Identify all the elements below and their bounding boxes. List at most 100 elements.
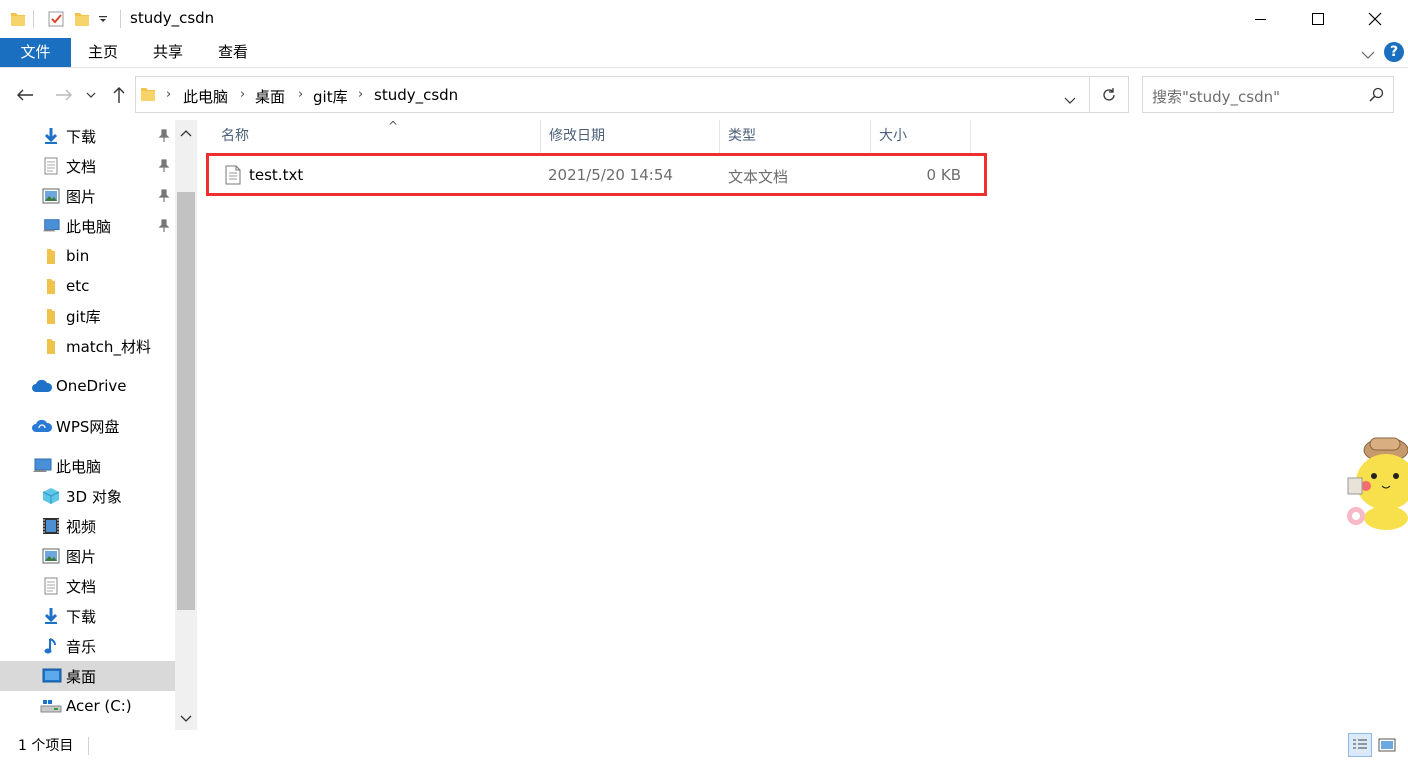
- nav-item-3d-objects[interactable]: 3D 对象: [0, 481, 176, 511]
- nav-item-bin[interactable]: bin: [0, 241, 176, 271]
- nav-label: 下载: [66, 607, 97, 626]
- column-header-name[interactable]: 名称 ^: [213, 119, 541, 153]
- expand-ribbon-icon[interactable]: [1361, 46, 1375, 64]
- properties-icon[interactable]: [47, 9, 65, 29]
- column-label: 大小: [879, 128, 907, 144]
- nav-label: 图片: [66, 547, 97, 566]
- close-button[interactable]: [1348, 0, 1402, 38]
- customize-dropdown-icon[interactable]: [98, 9, 108, 29]
- folder-icon: [42, 307, 60, 325]
- pikachu-sticker: [1340, 420, 1408, 532]
- nav-item-documents[interactable]: 文档: [0, 571, 176, 601]
- recent-locations-button[interactable]: [81, 82, 101, 108]
- pin-icon[interactable]: [158, 129, 170, 143]
- pin-icon[interactable]: [158, 219, 170, 233]
- forward-button[interactable]: [51, 82, 77, 108]
- nav-item-documents-pinned[interactable]: 文档: [0, 151, 176, 181]
- refresh-button[interactable]: [1090, 76, 1129, 113]
- up-button[interactable]: [106, 82, 132, 108]
- breadcrumb-study-csdn[interactable]: study_csdn: [374, 86, 458, 104]
- nav-item-downloads[interactable]: 下载: [0, 601, 176, 631]
- nav-item-drive-c[interactable]: Acer (C:): [0, 691, 176, 721]
- computer-icon: [42, 217, 60, 235]
- download-icon: [42, 127, 60, 145]
- computer-icon: [32, 457, 52, 475]
- nav-label: 视频: [66, 517, 97, 536]
- nav-item-pictures-pinned[interactable]: 图片: [0, 181, 176, 211]
- nav-item-pictures[interactable]: 图片: [0, 541, 176, 571]
- nav-item-this-pc-pinned[interactable]: 此电脑: [0, 211, 176, 241]
- highlight-box: [206, 153, 987, 196]
- nav-label: 此电脑: [66, 217, 112, 236]
- nav-item-git[interactable]: git库: [0, 301, 176, 331]
- column-header-size[interactable]: 大小: [871, 120, 971, 153]
- nav-item-onedrive[interactable]: OneDrive: [0, 371, 176, 401]
- nav-item-downloads-pinned[interactable]: 下载: [0, 121, 176, 151]
- new-folder-icon[interactable]: [74, 9, 90, 29]
- nav-item-desktop[interactable]: 桌面: [0, 661, 176, 691]
- scroll-down-icon[interactable]: [179, 712, 193, 726]
- nav-scrollbar[interactable]: [175, 120, 197, 730]
- chevron-right-icon: ›: [358, 87, 364, 102]
- tab-home[interactable]: 主页: [80, 38, 126, 67]
- nav-label: 图片: [66, 187, 97, 206]
- minimize-button[interactable]: [1234, 0, 1288, 38]
- nav-label: match_材料: [66, 337, 151, 356]
- nav-item-music[interactable]: 音乐: [0, 631, 176, 661]
- breadcrumb-desktop[interactable]: 桌面: [255, 86, 285, 107]
- picture-icon: [42, 547, 60, 565]
- search-icon[interactable]: [1369, 87, 1384, 106]
- tab-file[interactable]: 文件: [0, 38, 71, 67]
- back-button[interactable]: [12, 82, 38, 108]
- nav-label: 此电脑: [56, 457, 102, 476]
- onedrive-icon: [31, 377, 53, 395]
- help-icon[interactable]: ?: [1384, 42, 1404, 62]
- divider: [120, 10, 121, 28]
- column-label: 名称: [221, 128, 249, 144]
- search-input[interactable]: 搜索"study_csdn": [1142, 76, 1394, 113]
- folder-icon: [42, 337, 60, 355]
- tab-view[interactable]: 查看: [210, 38, 256, 67]
- nav-item-etc[interactable]: etc: [0, 271, 176, 301]
- scroll-up-icon[interactable]: [179, 126, 193, 140]
- ribbon: 文件 主页 共享 查看 ?: [0, 38, 1408, 68]
- nav-item-this-pc[interactable]: 此电脑: [0, 451, 176, 481]
- nav-label: WPS网盘: [56, 417, 120, 436]
- nav-label: 下载: [66, 127, 97, 146]
- column-header-modified[interactable]: 修改日期: [541, 120, 720, 153]
- nav-label: 桌面: [66, 667, 97, 686]
- nav-item-videos[interactable]: 视频: [0, 511, 176, 541]
- address-bar[interactable]: › 此电脑 › 桌面 › git库 › study_csdn: [135, 76, 1090, 113]
- column-header-type[interactable]: 类型: [720, 120, 871, 153]
- pin-icon[interactable]: [158, 189, 170, 203]
- title-bar: study_csdn: [0, 0, 1408, 38]
- divider: [33, 10, 34, 28]
- address-dropdown-icon[interactable]: [1064, 91, 1076, 109]
- music-icon: [42, 637, 60, 655]
- chevron-right-icon: ›: [298, 87, 304, 102]
- navigation-pane: 下载 文档 图片 此电脑 bin etc git库 match_材料 OneDr…: [0, 120, 197, 730]
- document-icon: [42, 157, 60, 175]
- 3d-objects-icon: [42, 487, 60, 505]
- nav-item-wps-cloud[interactable]: WPS网盘: [0, 411, 176, 441]
- folder-icon: [42, 247, 60, 265]
- video-icon: [42, 517, 60, 535]
- maximize-button[interactable]: [1291, 0, 1345, 38]
- breadcrumb-git[interactable]: git库: [313, 86, 348, 107]
- large-icons-view-button[interactable]: [1375, 733, 1399, 757]
- breadcrumb-this-pc[interactable]: 此电脑: [183, 86, 228, 107]
- details-view-button[interactable]: [1348, 733, 1372, 757]
- column-label: 类型: [728, 128, 756, 144]
- pin-icon[interactable]: [158, 159, 170, 173]
- column-label: 修改日期: [549, 128, 605, 144]
- folder-icon: [42, 277, 60, 295]
- nav-item-match[interactable]: match_材料: [0, 331, 176, 361]
- tab-share[interactable]: 共享: [145, 38, 191, 67]
- window-title: study_csdn: [130, 9, 215, 27]
- desktop-icon: [42, 667, 62, 685]
- nav-label: OneDrive: [56, 377, 127, 395]
- item-count: 1 个项目: [18, 738, 74, 754]
- nav-label: 3D 对象: [66, 487, 122, 506]
- folder-icon: [10, 9, 26, 29]
- scroll-thumb[interactable]: [177, 192, 195, 610]
